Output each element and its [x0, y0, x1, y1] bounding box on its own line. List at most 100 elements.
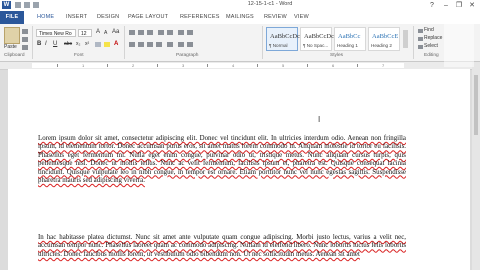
text-cursor-icon: I [318, 115, 321, 124]
style-name: ¶ Normal [269, 43, 288, 48]
font-color-button[interactable]: A [114, 41, 118, 47]
ruler-number: 1 [82, 63, 85, 68]
style-sample: AaBbCcDc [304, 33, 334, 40]
borders-icon[interactable] [187, 42, 193, 47]
ruler-tick [307, 64, 308, 67]
style-no-spacing[interactable]: AaBbCcDc ¶ No Spac... [300, 27, 334, 51]
find-button[interactable]: Find [424, 27, 434, 33]
title-bar: W 12-15-1-c1 - Word ? – ❐ ✕ [0, 0, 480, 11]
editing-group-label: Editing [424, 53, 439, 58]
change-case-button[interactable]: Aa [112, 29, 119, 35]
styles-more-icon[interactable] [403, 30, 408, 48]
scrollbar-thumb[interactable] [474, 75, 478, 135]
align-left-icon[interactable] [129, 42, 135, 47]
ribbon-tabs: FILE HOME INSERT DESIGN PAGE LAYOUT REFE… [0, 11, 480, 25]
highlight-icon[interactable] [104, 42, 110, 47]
tab-references[interactable]: REFERENCES [180, 14, 220, 20]
ribbon-separator [124, 26, 125, 59]
minimize-button[interactable]: – [440, 0, 452, 11]
show-marks-icon[interactable] [187, 30, 193, 35]
style-name: Heading 1 [337, 43, 358, 48]
subscript-button[interactable]: x₂ [76, 41, 80, 47]
style-heading-2[interactable]: AaBbCcE Heading 2 [368, 27, 400, 51]
increase-indent-icon[interactable] [167, 30, 173, 35]
paste-label: Paste [4, 44, 17, 50]
redo-icon[interactable] [33, 2, 39, 8]
select-icon [418, 45, 423, 49]
line-spacing-icon[interactable] [167, 42, 173, 47]
document-paragraph-2[interactable]: In hac habitasse platea dictumst. Nunc s… [38, 234, 406, 259]
style-normal[interactable]: AaBbCcDc ¶ Normal [266, 27, 300, 51]
font-family-select[interactable]: Times New Ro [36, 29, 76, 37]
align-center-icon[interactable] [138, 42, 144, 47]
tab-home[interactable]: HOME [37, 14, 54, 20]
multilevel-list-icon[interactable] [147, 30, 153, 35]
font-size-select[interactable]: 12 [78, 29, 92, 37]
copy-icon[interactable] [22, 37, 28, 42]
ruler-tick [57, 64, 58, 67]
bold-button[interactable]: B [37, 41, 41, 47]
ruler-tick [257, 64, 258, 67]
clipboard-group-label: Clipboard [4, 53, 25, 58]
ruler-number: 3 [182, 63, 185, 68]
style-name: ¶ No Spac... [303, 43, 329, 48]
align-right-icon[interactable] [147, 42, 153, 47]
tab-insert[interactable]: INSERT [66, 14, 87, 20]
select-button[interactable]: Select [424, 43, 438, 49]
superscript-button[interactable]: x² [85, 41, 89, 47]
style-name: Heading 2 [371, 43, 392, 48]
bullets-icon[interactable] [129, 30, 135, 35]
tab-design[interactable]: DESIGN [97, 14, 119, 20]
tab-review[interactable]: REVIEW [264, 14, 287, 20]
tab-file[interactable]: FILE [0, 11, 24, 24]
ruler-number: 7 [382, 63, 385, 68]
italic-button[interactable]: I [45, 41, 47, 47]
styles-group-label: Styles [330, 53, 344, 58]
tab-page-layout[interactable]: PAGE LAYOUT [128, 14, 168, 20]
paste-button[interactable] [4, 27, 20, 44]
shrink-font-button[interactable]: A [104, 30, 107, 36]
restore-button[interactable]: ❐ [453, 0, 465, 11]
ruler-number: 4 [232, 63, 235, 68]
tab-mailings[interactable]: MAILINGS [226, 14, 254, 20]
tab-view[interactable]: VIEW [294, 14, 309, 20]
style-sample: AaBbCc [338, 33, 361, 40]
shading-icon[interactable] [178, 42, 184, 47]
grow-font-button[interactable]: A [96, 29, 100, 35]
replace-button[interactable]: Replace [424, 35, 442, 41]
find-icon [418, 29, 423, 33]
ribbon-separator [262, 26, 263, 59]
paragraph-group-label: Paragraph [176, 53, 199, 58]
decrease-indent-icon[interactable] [158, 30, 164, 35]
justify-icon[interactable] [156, 42, 162, 47]
font-group-label: Font [74, 53, 84, 58]
ruler-tick [157, 64, 158, 67]
format-painter-icon[interactable] [22, 45, 28, 50]
word-app-icon[interactable]: W [2, 1, 11, 9]
underline-button[interactable]: U [53, 41, 57, 47]
numbering-icon[interactable] [138, 30, 144, 35]
style-sample: AaBbCcE [372, 33, 399, 40]
close-button[interactable]: ✕ [466, 0, 478, 11]
text-effects-icon[interactable] [95, 42, 101, 47]
ruler-tick [207, 64, 208, 67]
ruler-number: 2 [132, 63, 135, 68]
window-title: 12-15-1-c1 - Word [247, 1, 293, 7]
replace-icon [418, 37, 423, 41]
ruler-number: 5 [282, 63, 285, 68]
ruler-tick [107, 64, 108, 67]
ribbon-separator [413, 26, 414, 59]
save-icon[interactable] [15, 2, 21, 8]
document-paragraph-1[interactable]: Lorem ipsum dolor sit amet, consectetur … [38, 135, 406, 185]
style-sample: AaBbCcDc [270, 33, 300, 40]
sort-icon[interactable] [178, 30, 184, 35]
strikethrough-button[interactable]: abc [64, 41, 72, 47]
ribbon-glare [444, 11, 474, 67]
paragraph-text: Lorem ipsum dolor sit amet, consectetur … [38, 135, 406, 185]
undo-icon[interactable] [24, 2, 30, 8]
help-button[interactable]: ? [426, 0, 438, 11]
cut-icon[interactable] [22, 29, 28, 34]
ruler-tick [357, 64, 358, 67]
style-heading-1[interactable]: AaBbCc Heading 1 [334, 27, 366, 51]
ruler-number: 6 [332, 63, 335, 68]
